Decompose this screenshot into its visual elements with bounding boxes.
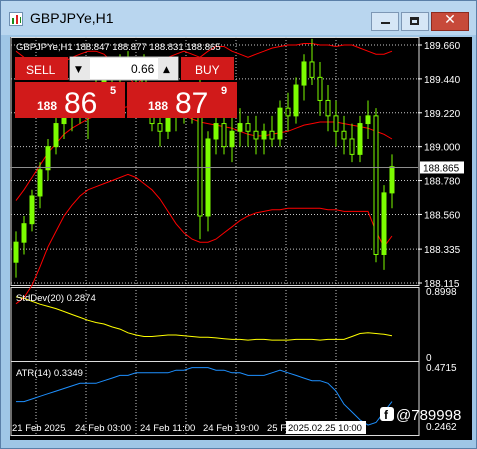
time-axis-label: 21 Feb 2025 [12,423,65,434]
atr-axis-label: 0.4715 [426,363,457,374]
atr-label: ATR(14) 0.3349 [16,368,83,379]
candle-body [365,115,371,125]
candle-body [157,123,163,132]
price-axis-label: 189.220 [424,109,461,120]
buy-price-big: 87 [175,87,208,120]
chart-window: GBPJPYe,H1 ✕ 188.865 189.660 189.440 189.2… [0,0,477,449]
buy-price-prefix: 188 [148,99,168,113]
candle-body [269,130,275,140]
buy-button[interactable]: BUY [195,63,220,77]
candle-body [381,192,387,256]
watermark-text: @789998 [396,407,461,424]
time-axis-label: 24 Feb 19:00 [203,423,259,434]
candle-body [205,138,211,217]
candle-body [245,123,251,132]
candle-body [277,107,283,140]
chart-header: GBPJPYe,H1 188.847 188.877 188.831 188.8… [16,42,221,53]
candle-body [13,241,19,263]
candle-body [261,130,267,140]
candle-body [45,146,51,171]
volume-value[interactable]: 0.66 [131,62,155,76]
chart-app-icon [9,12,23,26]
sell-price-big: 86 [64,87,97,120]
candle-body [253,130,259,140]
time-axis-label: 24 Feb 03:00 [75,423,131,434]
minimize-button[interactable] [371,12,399,31]
price-axis-label: 188.335 [424,245,461,256]
candle-body [53,123,59,148]
volume-increase-icon: ▲ [163,65,170,75]
candle-body [357,123,363,155]
candle-body [341,130,347,140]
candle-body [21,223,27,243]
candle-body [333,115,339,132]
candle-body [293,84,299,117]
candle-body [301,61,307,86]
candle-body [309,61,315,78]
maximize-icon [410,17,419,25]
candle-body [213,123,219,140]
current-price-label: 188.865 [423,163,460,174]
chart-area[interactable]: 188.865 189.660 189.440 189.220 189.000 188.… [10,37,472,440]
crosshair-time-label: 2025.02.25 10:00 [288,423,362,434]
sell-price-superscript: 5 [110,85,116,97]
candle-body [221,123,227,148]
candle-body [229,130,235,148]
price-axis-label: 189.000 [424,143,461,154]
price-axis-label: 189.660 [424,41,461,52]
stddev-axis-label: 0.8998 [426,287,457,298]
sell-button[interactable]: SELL [26,63,56,77]
candle-body [37,169,43,197]
volume-decrease-icon: ▼ [75,65,82,75]
maximize-button[interactable] [401,12,429,31]
close-button[interactable]: ✕ [431,12,469,31]
one-click-trading-panel: SELL ▼ ▲ 0.66 BUY 188 86 5 188 87 9 [15,56,237,120]
candle-body [349,138,355,155]
candle-body [285,107,291,117]
window-title: GBPJPYe,H1 [30,10,114,26]
sell-price-prefix: 188 [37,99,57,113]
price-axis-label: 189.440 [424,75,461,86]
candle-body [389,166,395,194]
time-axis-label: 24 Feb 11:00 [140,423,195,434]
minimize-icon [381,22,390,24]
candle-body [29,195,35,225]
close-icon: ✕ [444,12,456,28]
candle-body [373,115,379,256]
title-bar[interactable]: GBPJPYe,H1 ✕ [1,1,476,35]
price-axis-label: 188.780 [424,177,461,188]
chart-canvas[interactable]: 188.865 189.660 189.440 189.220 189.000 188.… [10,37,472,440]
stddev-label: StdDev(20) 0.2874 [16,293,96,304]
candle-body [317,76,323,101]
candle-body [325,99,331,117]
candle-body [237,123,243,132]
price-axis-label: 188.560 [424,210,461,221]
buy-price-superscript: 9 [221,85,227,97]
candle-body [165,115,171,132]
watermark: f @789998 [380,407,461,424]
